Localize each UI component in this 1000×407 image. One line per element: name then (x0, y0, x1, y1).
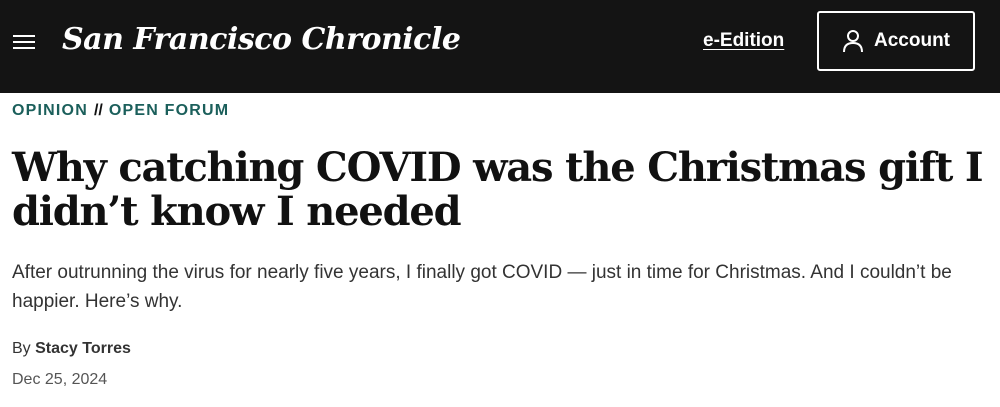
site-header: San Francisco Chronicle e-Edition Accoun… (0, 0, 1000, 93)
byline-prefix: By (12, 340, 31, 357)
author-link[interactable]: Stacy Torres (35, 340, 131, 357)
publish-date: Dec 25, 2024 (12, 371, 108, 388)
hamburger-menu-icon[interactable] (13, 32, 35, 50)
byline: By Stacy Torres (12, 338, 131, 360)
hamburger-line (13, 41, 35, 43)
eedition-link[interactable]: e-Edition (703, 29, 784, 53)
account-button[interactable]: Account (817, 11, 975, 71)
article-headline: Why catching COVID was the Christmas gif… (12, 144, 984, 235)
article-dek: After outrunning the virus for nearly fi… (12, 262, 952, 312)
user-icon (843, 30, 863, 53)
hamburger-line (13, 35, 35, 37)
site-logo[interactable]: San Francisco Chronicle (62, 14, 461, 66)
kicker-separator: // (93, 102, 103, 119)
account-label: Account (874, 30, 950, 51)
article-kicker: OPINION // OPEN FORUM (12, 100, 229, 122)
section-link[interactable]: OPINION (12, 102, 88, 119)
subsection-link[interactable]: OPEN FORUM (109, 102, 229, 119)
hamburger-line (13, 47, 35, 49)
